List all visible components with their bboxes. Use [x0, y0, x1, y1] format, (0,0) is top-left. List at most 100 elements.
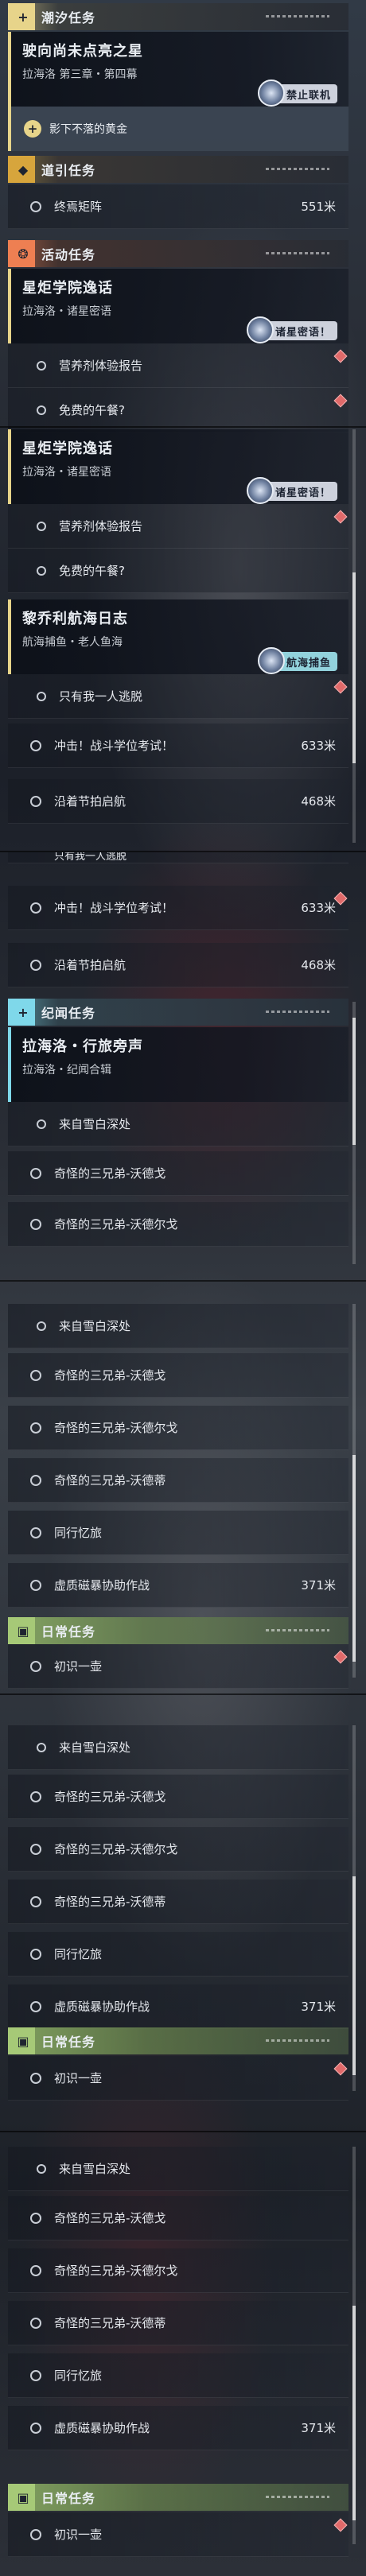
quest-row[interactable]: 虚质磁暴协助作战 371米 [8, 2406, 348, 2450]
quest-row[interactable]: 奇怪的三兄弟-沃德蒂 [8, 2301, 348, 2345]
quest-row[interactable]: 沿着节拍启航 468米 [8, 779, 348, 824]
scrollbar-thumb[interactable] [352, 1455, 356, 1662]
quest-row[interactable]: 虚质磁暴协助作战 371米 [8, 1563, 348, 1608]
objective-ring-icon [37, 1321, 46, 1331]
header-decoration [266, 1011, 329, 1013]
quest-row-text: 来自雪白深处 [59, 1117, 131, 1131]
quest-row-text: 奇怪的三兄弟-沃德蒂 [54, 1895, 166, 1909]
quest-distance: 468米 [301, 794, 336, 809]
quest-row-text: 初识一壶 [54, 2071, 103, 2085]
quest-card-voyage[interactable]: 黎乔利航海日志 航海捕鱼・老人鱼海 航海捕鱼 [8, 599, 348, 674]
section-header-daily[interactable]: ▣ 日常任务 [8, 2484, 348, 2511]
quest-row[interactable]: 免费的午餐? [8, 549, 348, 593]
quest-row[interactable]: 奇怪的三兄弟-沃德蒂 [8, 1880, 348, 1924]
quest-row[interactable]: 终焉矩阵 551米 [8, 184, 348, 229]
scrollbar-thumb[interactable] [352, 572, 356, 763]
quest-row-text: 初识一壶 [54, 1659, 103, 1674]
objective-ring-icon [30, 2212, 41, 2224]
quest-row-text: 奇怪的三兄弟-沃德尔戈 [54, 2264, 178, 2278]
quest-distance: 371米 [301, 2000, 336, 2014]
section-header-tide[interactable]: + 潮汐任务 [8, 3, 348, 30]
quest-row[interactable]: 来自雪白深处 [8, 1304, 348, 1348]
fishing-icon [257, 647, 285, 674]
scrollbar[interactable] [352, 1304, 356, 1678]
quest-row[interactable]: 冲击！战斗学位考试！ 633米 [8, 886, 348, 930]
quest-row[interactable]: 沿着节拍启航 468米 [8, 943, 348, 987]
scrollbar[interactable] [352, 1725, 356, 2091]
quest-row[interactable]: 冲击！战斗学位考试！ 633米 [8, 724, 348, 768]
objective-ring-icon [30, 1369, 41, 1381]
quest-card-lore[interactable]: 拉海洛・行旅旁声 拉海洛・纪闻合辑 [8, 1027, 348, 1102]
quest-card-academy[interactable]: 星炬学院逸话 拉海洛・诸星密语 诸星密语！ [8, 429, 348, 504]
quest-row[interactable]: 奇怪的三兄弟-沃德戈 [8, 1151, 348, 1196]
quest-row[interactable]: 营养剂体验报告 [8, 504, 348, 549]
calendar-icon: ▣ [11, 1617, 35, 1644]
section-header-guide[interactable]: ◆ 道引任务 [8, 156, 348, 183]
quest-row[interactable]: 奇怪的三兄弟-沃德戈 [8, 1353, 348, 1398]
quest-row-text: 同行忆旅 [54, 1526, 103, 1540]
quest-row[interactable]: 来自雪白深处 [8, 2147, 348, 2191]
scrollbar-thumb[interactable] [352, 1876, 356, 2075]
section-header-daily[interactable]: ▣ 日常任务 [8, 1617, 348, 1644]
quest-row[interactable]: 同行忆旅 [8, 1511, 348, 1555]
quest-hint-row[interactable]: + 影下不落的黄金 [8, 107, 348, 151]
quest-row[interactable]: 奇怪的三兄弟-沃德戈 [8, 1775, 348, 1819]
alert-diamond-icon [333, 2062, 348, 2076]
objective-ring-icon [30, 959, 41, 971]
quest-row[interactable]: 来自雪白深处 [8, 1102, 348, 1146]
quest-card-academy[interactable]: 星炬学院逸话 拉海洛・诸星密语 诸星密语！ [8, 269, 348, 343]
section-header-lore[interactable]: + 纪闻任务 [8, 999, 348, 1026]
section-header-activity[interactable]: ❂ 活动任务 [8, 240, 348, 267]
fishing-badge: 航海捕鱼 [257, 647, 337, 674]
quest-row[interactable]: 同行忆旅 [8, 2353, 348, 2398]
quest-distance: 633米 [301, 901, 336, 915]
scrollbar[interactable] [352, 429, 356, 843]
calendar-icon: ▣ [11, 2027, 35, 2054]
section-title: 日常任务 [41, 2491, 96, 2506]
section-header-daily[interactable]: ▣ 日常任务 [8, 2027, 348, 2054]
quest-row[interactable]: 奇怪的三兄弟-沃德尔戈 [8, 1406, 348, 1450]
objective-ring-icon [30, 2072, 41, 2084]
objective-ring-icon [30, 2369, 41, 2381]
header-decoration [266, 252, 329, 254]
quest-row[interactable]: 来自雪白深处 [8, 1725, 348, 1770]
quest-row[interactable]: 初识一壶 [8, 1644, 348, 1689]
quest-row[interactable]: 只有我一人逃脱 [8, 674, 348, 719]
quest-list-screen: + 潮汐任务 驶向尚未点亮之星 拉海洛 第三章・第四幕 禁止联机 + 影下不落的… [0, 0, 366, 2576]
quest-row[interactable]: 奇怪的三兄弟-沃德尔戈 [8, 2248, 348, 2293]
quest-row-text: 沿着节拍启航 [54, 958, 127, 972]
scrollbar-thumb[interactable] [352, 2306, 356, 2520]
quest-row[interactable]: 虚质磁暴协助作战 371米 [8, 1984, 348, 2029]
plus-icon: + [11, 999, 35, 1026]
quest-row[interactable]: 奇怪的三兄弟-沃德戈 [8, 2196, 348, 2240]
objective-ring-icon [30, 2317, 41, 2329]
quest-row-partial[interactable]: 只有我一人逃脱 [8, 852, 348, 863]
scrollbar-thumb[interactable] [352, 1018, 356, 1145]
quest-row[interactable]: 同行忆旅 [8, 1932, 348, 1977]
quest-row-text: 只有我一人逃脱 [54, 852, 127, 863]
objective-ring-icon [30, 1843, 41, 1855]
panel-separator [0, 2131, 366, 2132]
quest-row[interactable]: 奇怪的三兄弟-沃德尔戈 [8, 1827, 348, 1872]
alert-diamond-icon [333, 349, 348, 363]
panel-separator [0, 1280, 366, 1282]
quest-row[interactable]: 初识一壶 [8, 2512, 348, 2557]
scrollbar[interactable] [352, 2147, 356, 2544]
scrollbar[interactable] [352, 1002, 356, 1264]
quest-distance: 633米 [301, 739, 336, 753]
plus-icon: + [11, 3, 35, 30]
quest-row[interactable]: 奇怪的三兄弟-沃德蒂 [8, 1458, 348, 1503]
objective-ring-icon [30, 795, 41, 807]
quest-card-tide[interactable]: 驶向尚未点亮之星 拉海洛 第三章・第四幕 禁止联机 [8, 32, 348, 107]
quest-row[interactable]: 初识一壶 [8, 2056, 348, 2101]
quest-distance: 468米 [301, 958, 336, 972]
quest-row[interactable]: 营养剂体验报告 [8, 343, 348, 388]
event-icon [246, 316, 274, 343]
no-coop-badge: 禁止联机 [257, 80, 337, 107]
quest-row[interactable]: 奇怪的三兄弟-沃德尔戈 [8, 1202, 348, 1247]
panel-separator [0, 1693, 366, 1695]
header-decoration [266, 15, 329, 17]
section-title: 潮汐任务 [41, 10, 96, 25]
objective-ring-icon [30, 2264, 41, 2276]
header-decoration [266, 1629, 329, 1631]
